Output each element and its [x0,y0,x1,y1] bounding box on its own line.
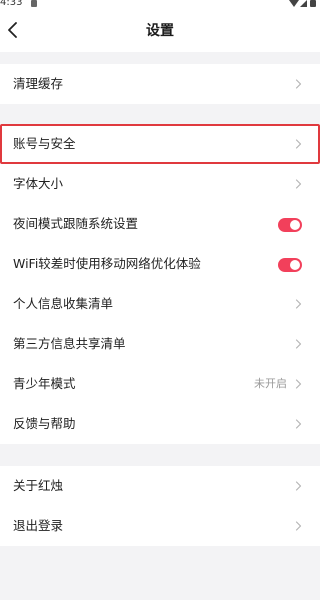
settings-item-label: 账号与安全 [13,136,76,151]
settings-item-label: 退出登录 [13,518,64,533]
chevron-right-icon [295,521,302,531]
settings-item-label: 字体大小 [13,176,64,191]
settings-group-account: 关于红烛 退出登录 [0,466,320,546]
settings-item-label: 清理缓存 [13,76,64,91]
toggle-knob [290,260,300,270]
status-time: 4:33 [0,0,23,8]
settings-item-night-mode: 夜间模式跟随系统设置 [0,204,320,244]
settings-item-label: 青少年模式 [13,376,76,391]
settings-item-label: WiFi较差时使用移动网络优化体验 [13,256,201,271]
settings-item-label: 关于红烛 [13,478,64,493]
chevron-right-icon [295,79,302,89]
settings-item-wifi-optimize: WiFi较差时使用移动网络优化体验 [0,244,320,284]
chevron-right-icon [295,139,302,149]
settings-item-personal-info-list[interactable]: 个人信息收集清单 [0,284,320,324]
settings-group-main: 账号与安全 字体大小 夜间模式跟随系统设置 WiFi较差时使用移动网络优化体验 … [0,124,320,444]
settings-item-teen-mode[interactable]: 青少年模式 未开启 [0,364,320,404]
chevron-right-icon [295,481,302,491]
chevron-right-icon [295,419,302,429]
settings-item-feedback-help[interactable]: 反馈与帮助 [0,404,320,444]
page-title: 设置 [146,23,174,39]
settings-item-account-security[interactable]: 账号与安全 [0,124,320,164]
settings-item-label: 个人信息收集清单 [13,296,114,311]
chevron-right-icon [295,339,302,349]
settings-item-third-party-sharing[interactable]: 第三方信息共享清单 [0,324,320,364]
settings-item-font-size[interactable]: 字体大小 [0,164,320,204]
settings-item-label: 第三方信息共享清单 [13,336,126,351]
settings-item-logout[interactable]: 退出登录 [0,506,320,546]
settings-item-label: 反馈与帮助 [13,416,76,431]
chevron-right-icon [295,379,302,389]
night-mode-toggle[interactable] [278,218,302,232]
wifi-optimize-toggle[interactable] [278,258,302,272]
signal-icon [300,0,307,7]
toggle-knob [290,220,300,230]
settings-group-cache: 清理缓存 [0,64,320,104]
settings-item-clear-cache[interactable]: 清理缓存 [0,64,320,104]
status-bar: 4:33 [0,0,320,10]
teen-mode-status: 未开启 [254,377,287,390]
header: 设置 [0,10,320,52]
battery-icon [310,0,316,7]
settings-item-label: 夜间模式跟随系统设置 [13,216,139,231]
settings-item-about[interactable]: 关于红烛 [0,466,320,506]
chevron-right-icon [295,179,302,189]
chevron-right-icon [295,299,302,309]
wifi-icon [289,0,299,7]
notification-app-icon [31,0,37,7]
